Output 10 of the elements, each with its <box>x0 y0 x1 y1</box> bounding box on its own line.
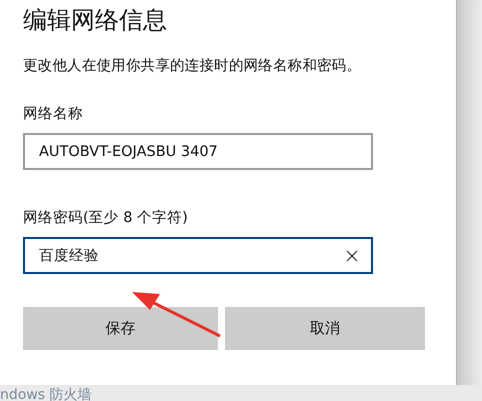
field-label: 网络密码(至少 8 个字符) <box>23 208 189 227</box>
field-label: 网络名称 <box>23 105 84 123</box>
dialog-title: 编辑网络信息 <box>23 5 168 36</box>
dialog-description: 更改他人在使用你共享的连接时的网络名称和密码。 <box>23 56 362 75</box>
dialog-button[interactable]: 保存 <box>23 307 218 350</box>
clear-icon[interactable] <box>346 250 358 262</box>
background-text: ndows 防火墙 <box>0 387 93 401</box>
dialog-button[interactable]: 取消 <box>225 307 425 350</box>
input-field[interactable]: 百度经验 <box>23 237 373 274</box>
input-field[interactable]: AUTOBVT-EOJASBU 3407 <box>23 133 373 170</box>
